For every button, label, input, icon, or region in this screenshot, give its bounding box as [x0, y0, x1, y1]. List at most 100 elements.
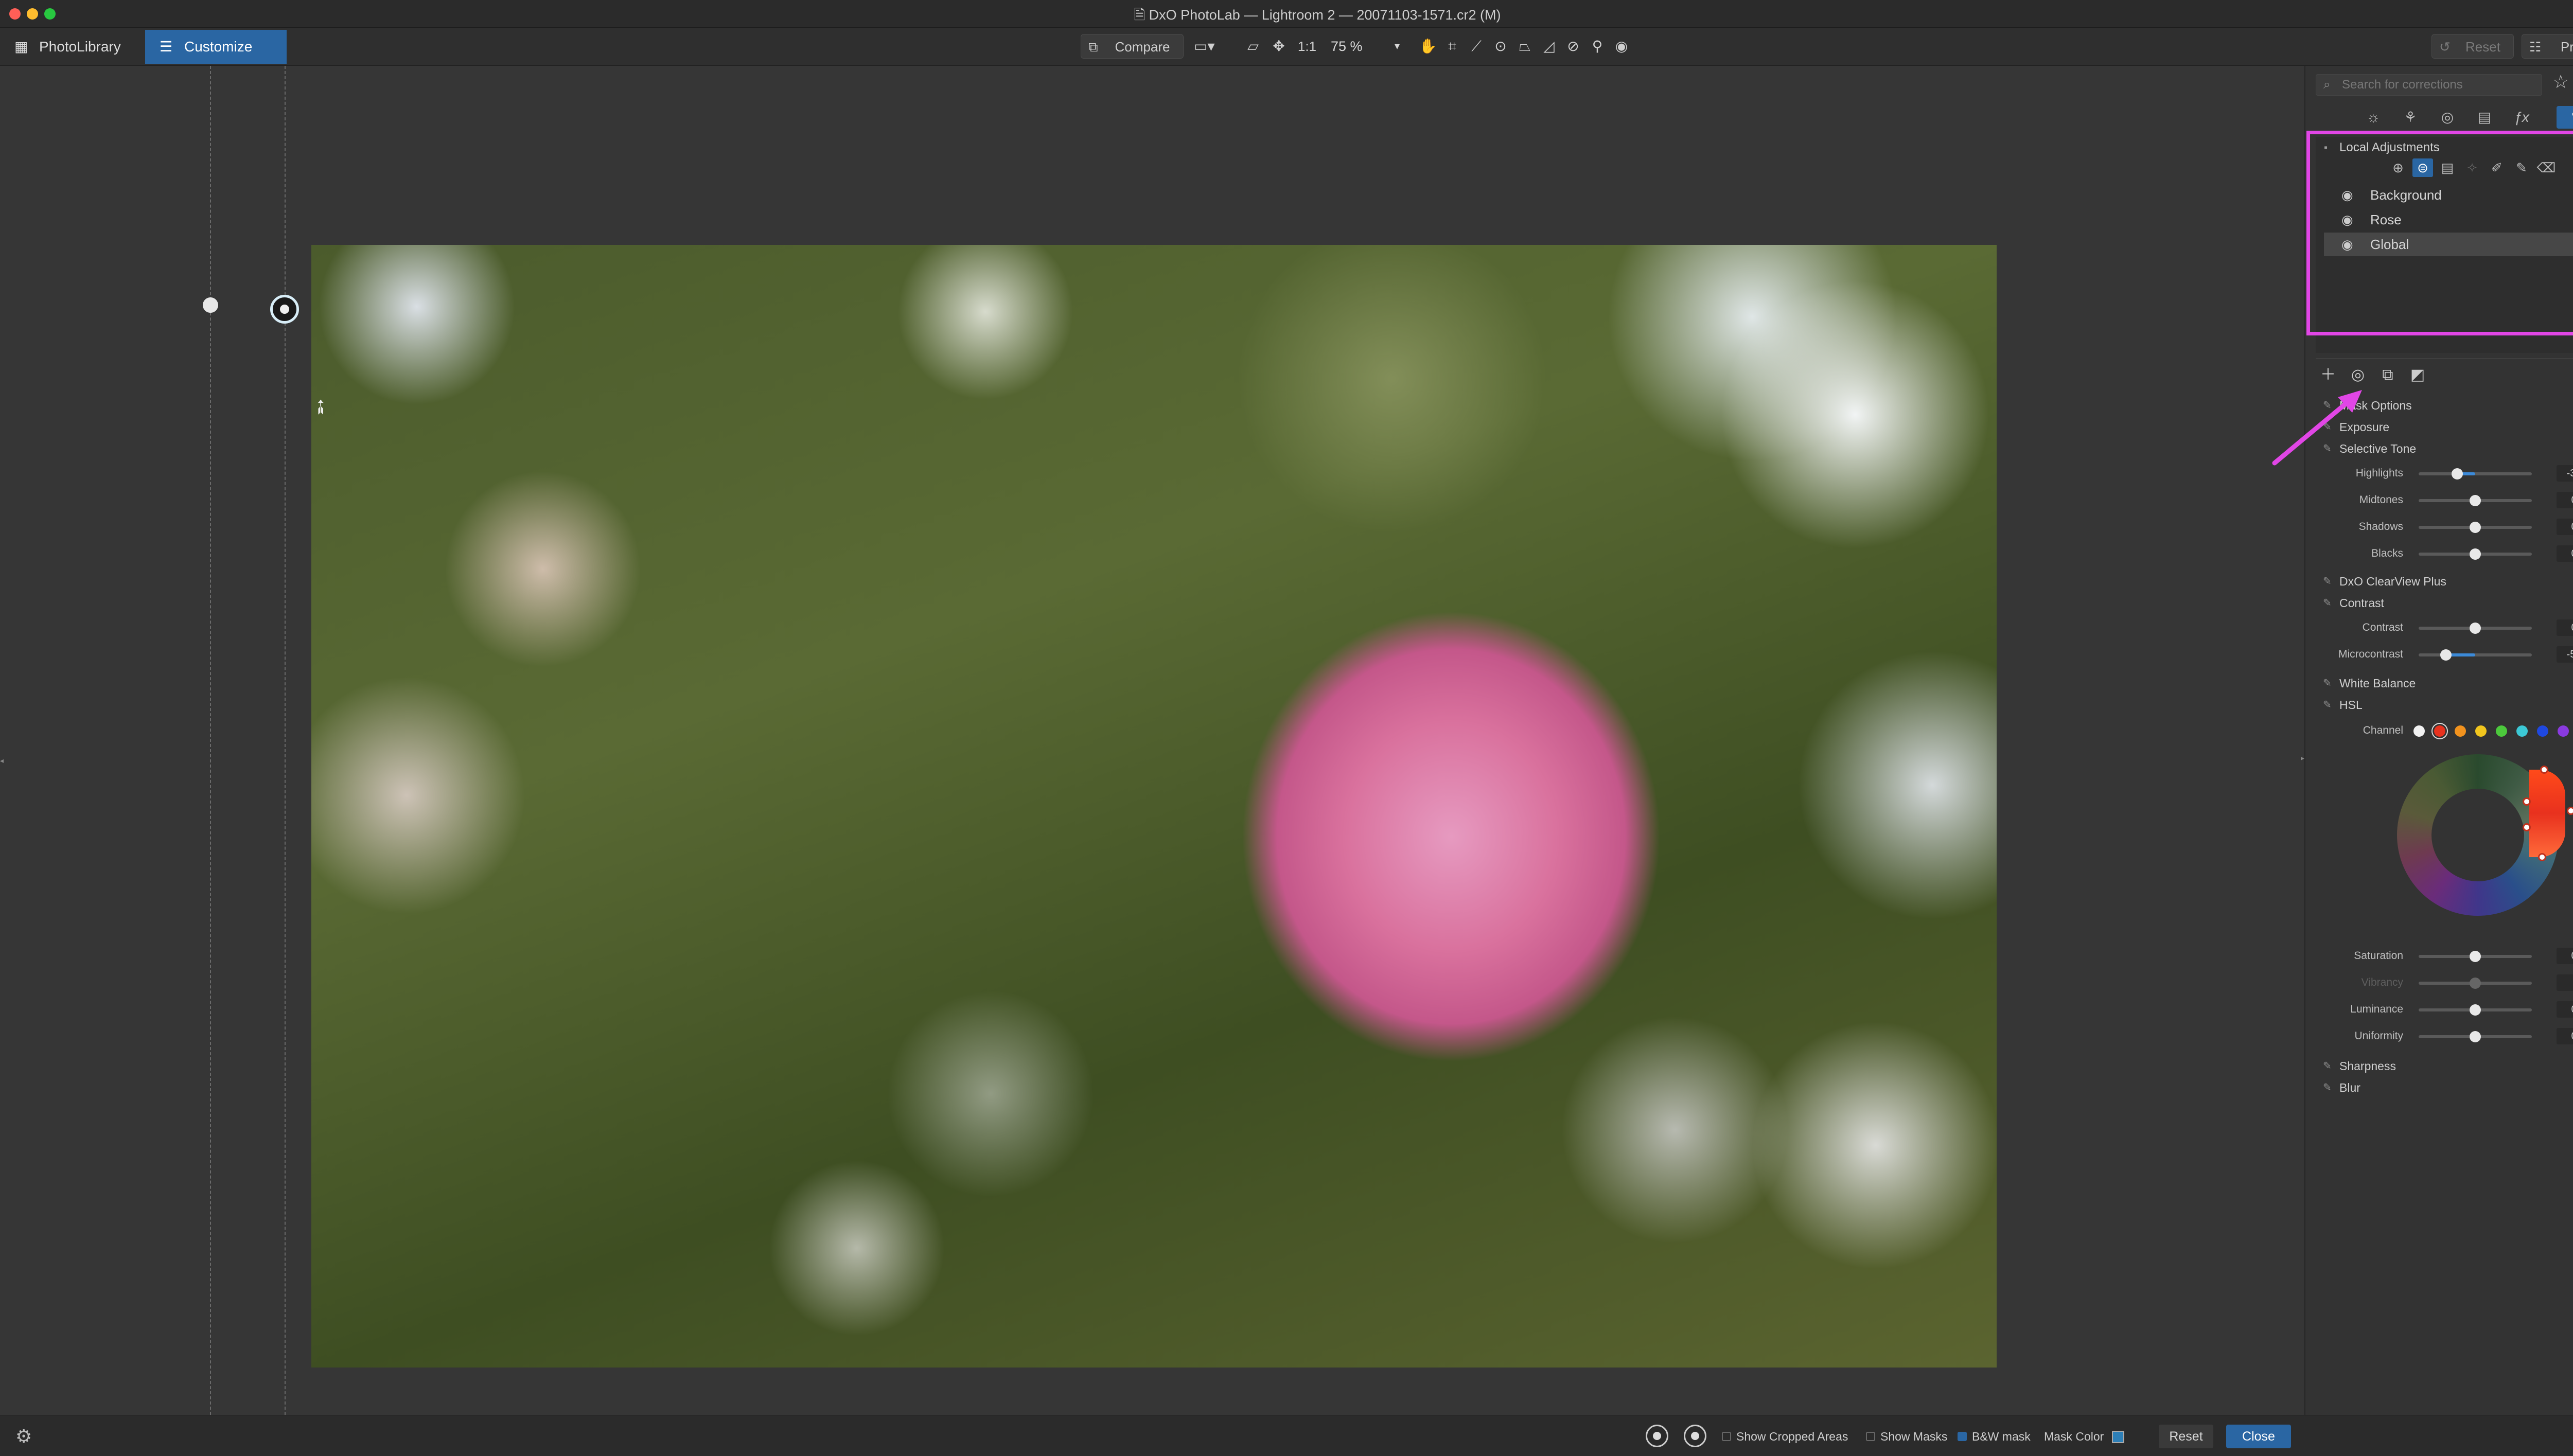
search-input[interactable]: ⌕ Search for corrections	[2316, 74, 2542, 96]
section-sharpness[interactable]: ✎Sharpness☆ ⋮	[2316, 1056, 2573, 1076]
left-panel-toggle[interactable]: ◂	[0, 756, 4, 765]
crop-icon[interactable]: ⌗	[1442, 35, 1462, 58]
section-blur[interactable]: ✎Blur☆ ⋮	[2316, 1077, 2573, 1098]
reset-button[interactable]: Reset	[2159, 1425, 2213, 1448]
graduated-filter-guide[interactable]	[285, 66, 286, 1415]
section-clearview[interactable]: ✎DxO ClearView Plus☆ ⋮	[2316, 571, 2573, 592]
mask-display-icon[interactable]	[1646, 1425, 1668, 1447]
fx-tab-icon[interactable]: ƒx	[2510, 106, 2533, 129]
local-adjust-icon[interactable]: ⚲	[1587, 35, 1608, 58]
slider-microcontrast[interactable]: Microcontrast-55▴▾	[2316, 642, 2573, 667]
section-hsl[interactable]: ✎HSL☆ ⋮	[2316, 695, 2573, 715]
show-masks-checkbox[interactable]: Show Masks	[1866, 1428, 1947, 1445]
section-white-balance[interactable]: ✎White Balance☆ ⋮	[2316, 673, 2573, 694]
slider-knob[interactable]	[2470, 951, 2481, 962]
slider-value-field[interactable]: 0	[2557, 619, 2573, 636]
hue-range-handle[interactable]	[2540, 766, 2548, 774]
hue-range-handle[interactable]	[2567, 807, 2573, 815]
slider-value-field[interactable]: 0	[2557, 545, 2573, 562]
tab-customize[interactable]: ☰ Customize	[145, 30, 287, 64]
channel-swatch[interactable]	[2434, 725, 2445, 737]
one-to-one-button[interactable]: 1:1	[1294, 35, 1320, 58]
slider-knob[interactable]	[2451, 468, 2463, 480]
mask-overlay-icon[interactable]	[1684, 1425, 1706, 1447]
show-cropped-areas-checkbox[interactable]: Show Cropped Areas	[1722, 1428, 1848, 1445]
slider-track[interactable]	[2419, 623, 2532, 634]
channel-swatch[interactable]	[2413, 725, 2425, 737]
local-adjust-tab-icon[interactable]: ✎	[2557, 106, 2573, 129]
section-contrast[interactable]: ✎Contrast☆ ⋮	[2316, 593, 2573, 613]
slider-midtones[interactable]: Midtones0▴▾	[2316, 488, 2573, 512]
zoom-select[interactable]: 75 % ▾	[1327, 35, 1404, 58]
channel-swatch[interactable]	[2516, 725, 2528, 737]
slider-blacks[interactable]: Blacks0▴▾	[2316, 541, 2573, 566]
straighten-icon[interactable]: ⟋	[1466, 35, 1487, 58]
slider-track[interactable]	[2419, 1004, 2532, 1016]
hue-range-handle[interactable]	[2523, 823, 2531, 831]
right-panel-toggle[interactable]: ▸	[2301, 754, 2304, 762]
slider-knob[interactable]	[2470, 623, 2481, 634]
slider-knob[interactable]	[2470, 548, 2481, 560]
view-layout-icon[interactable]: ▭▾	[1194, 35, 1215, 58]
move-icon[interactable]: ✥	[1268, 35, 1289, 58]
graduated-filter-handle[interactable]	[203, 297, 218, 313]
hue-range-selector[interactable]	[2529, 770, 2565, 857]
slider-track[interactable]	[2419, 522, 2532, 533]
slider-uniformity[interactable]: Uniformity0▴▾	[2316, 1024, 2573, 1049]
volume-deformation-icon[interactable]: ◿	[1539, 35, 1559, 58]
slider-track[interactable]	[2419, 978, 2532, 989]
image-viewer[interactable]: ➶ ?	[0, 66, 2303, 1456]
hand-icon[interactable]: ✋	[1418, 35, 1438, 58]
eye-icon[interactable]: ◉	[1611, 35, 1632, 58]
slider-track[interactable]	[2419, 548, 2532, 560]
compare-button[interactable]: ⧉ Compare	[1081, 34, 1184, 59]
hue-range-handle[interactable]	[2523, 797, 2531, 806]
presets-button[interactable]: ☷ Presets	[2522, 34, 2573, 59]
slider-track[interactable]	[2419, 649, 2532, 661]
control-point-handle[interactable]	[270, 295, 299, 324]
slider-value-field[interactable]: -33	[2557, 465, 2573, 482]
slider-value-field[interactable]: 0	[2557, 519, 2573, 535]
slider-knob[interactable]	[2470, 495, 2481, 506]
slider-value-field[interactable]: 0	[2557, 492, 2573, 508]
slider-saturation[interactable]: Saturation0▴▾	[2316, 944, 2573, 968]
close-button[interactable]: Close	[2226, 1425, 2291, 1448]
slider-value-field[interactable]: -55	[2557, 646, 2573, 663]
perspective-icon[interactable]: ⏢	[1514, 35, 1535, 58]
light-tab-icon[interactable]: ☼	[2362, 106, 2385, 129]
star-icon[interactable]: ☆	[2552, 71, 2569, 93]
slider-value-field[interactable]: 0	[2557, 1001, 2573, 1018]
channel-swatch[interactable]	[2496, 725, 2507, 737]
slider-track[interactable]	[2419, 951, 2532, 962]
bw-mask-checkbox[interactable]: B&W mask	[1958, 1428, 2031, 1445]
color-tab-icon[interactable]: ⚘	[2399, 106, 2422, 129]
slider-value-field[interactable]: 0	[2557, 948, 2573, 964]
repair-icon[interactable]: ⊘	[1563, 35, 1583, 58]
mask-color-swatch[interactable]	[2112, 1431, 2124, 1443]
photo-canvas[interactable]	[311, 245, 1997, 1368]
gear-icon[interactable]: ⚙	[15, 1426, 32, 1447]
channel-swatch[interactable]	[2475, 725, 2487, 737]
channel-swatch[interactable]	[2537, 725, 2548, 737]
slider-shadows[interactable]: Shadows0▴▾	[2316, 514, 2573, 539]
hue-range-handle[interactable]	[2538, 853, 2546, 861]
graduated-filter-guide[interactable]	[210, 66, 211, 1415]
slider-contrast[interactable]: Contrast0▴▾	[2316, 615, 2573, 640]
detail-tab-icon[interactable]: ◎	[2436, 106, 2459, 129]
red-eye-icon[interactable]: ⊙	[1490, 35, 1511, 58]
slider-track[interactable]	[2419, 468, 2532, 480]
channel-swatch[interactable]	[2455, 725, 2466, 737]
slider-knob[interactable]	[2470, 522, 2481, 533]
slider-track[interactable]	[2419, 1031, 2532, 1042]
tab-photolibrary[interactable]: ▦ PhotoLibrary	[0, 30, 144, 64]
slider-track[interactable]	[2419, 495, 2532, 506]
channel-swatch[interactable]	[2558, 725, 2569, 737]
invert-icon[interactable]: ◩	[2407, 365, 2428, 385]
slider-knob[interactable]	[2440, 649, 2452, 661]
slider-value-field[interactable]: 0	[2557, 1028, 2573, 1044]
reset-button[interactable]: ↺ Reset	[2431, 34, 2514, 59]
slider-knob[interactable]	[2470, 1031, 2481, 1042]
fit-screen-icon[interactable]: ▱	[1243, 35, 1263, 58]
slider-knob[interactable]	[2470, 1004, 2481, 1016]
slider-luminance[interactable]: Luminance0▴▾	[2316, 997, 2573, 1022]
